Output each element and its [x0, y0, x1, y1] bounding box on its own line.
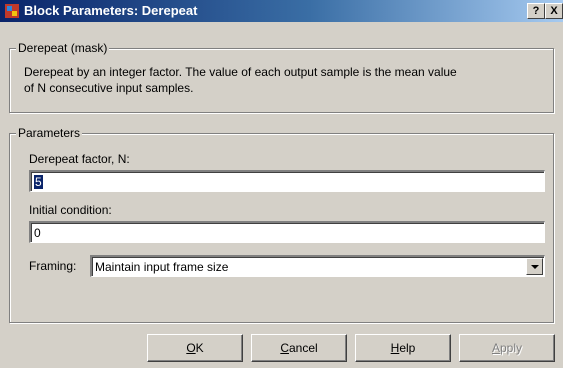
initial-condition-value: 0	[34, 226, 41, 240]
help-label-rest: elp	[399, 341, 416, 355]
framing-select[interactable]: Maintain input frame size	[90, 255, 545, 277]
ok-button[interactable]: OK	[147, 334, 243, 362]
help-button[interactable]: Help	[355, 334, 451, 362]
chevron-down-icon[interactable]	[526, 258, 543, 275]
help-title-button[interactable]: ?	[527, 3, 545, 19]
title-bar[interactable]: Block Parameters: Derepeat ? X	[0, 0, 563, 22]
mask-description-group: Derepeat (mask) Derepeat by an integer f…	[9, 41, 554, 113]
framing-label: Framing:	[29, 259, 77, 273]
apply-label-rest: pply	[500, 341, 523, 355]
parameters-group: Parameters Derepeat factor, N: 5 Initial…	[9, 126, 554, 323]
apply-button[interactable]: Apply	[459, 334, 555, 362]
ok-accel: O	[186, 341, 196, 355]
cancel-button[interactable]: Cancel	[251, 334, 347, 362]
derepeat-factor-input[interactable]: 5	[29, 170, 545, 192]
initial-condition-input[interactable]: 0	[29, 221, 545, 243]
mask-description: Derepeat by an integer factor. The value…	[24, 64, 544, 96]
mask-group-legend: Derepeat (mask)	[16, 41, 110, 55]
mask-description-line-2: of N consecutive input samples.	[24, 81, 194, 95]
cancel-accel: C	[280, 341, 289, 355]
simulink-block-icon	[5, 4, 19, 18]
cancel-label-rest: ancel	[288, 341, 318, 355]
mask-description-line-1: Derepeat by an integer factor. The value…	[24, 65, 457, 79]
derepeat-factor-value: 5	[34, 175, 43, 189]
ok-label-rest: K	[195, 341, 204, 355]
framing-selected-value: Maintain input frame size	[95, 260, 229, 274]
close-title-button[interactable]: X	[545, 3, 563, 19]
window-title: Block Parameters: Derepeat	[24, 3, 198, 18]
apply-accel: A	[491, 341, 500, 355]
derepeat-factor-label: Derepeat factor, N:	[29, 152, 130, 166]
initial-condition-label: Initial condition:	[29, 203, 112, 217]
parameters-group-legend: Parameters	[16, 126, 83, 140]
